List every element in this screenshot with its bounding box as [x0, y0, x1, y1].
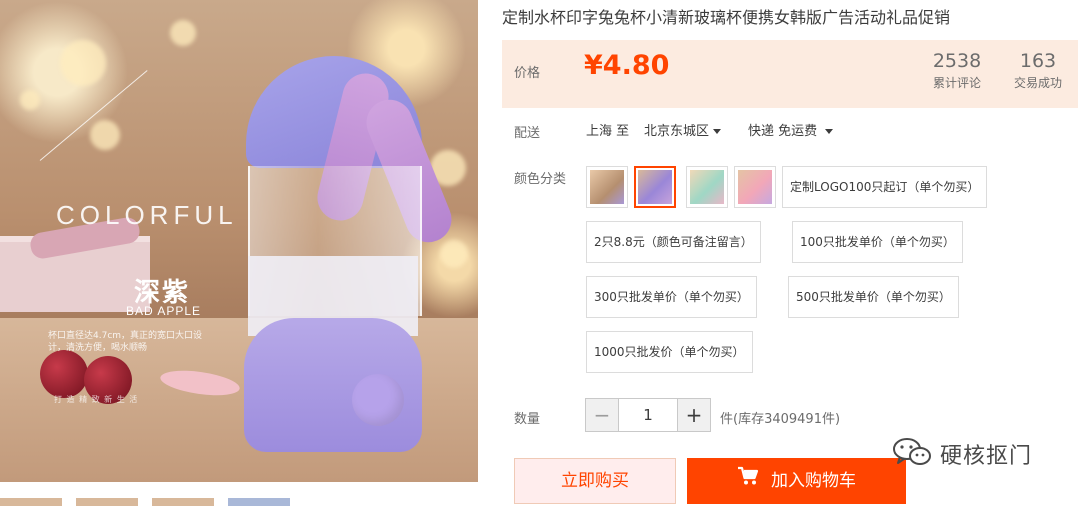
sales-count: 163 [1019, 50, 1057, 72]
shipping-destination: 北京东城区 [644, 124, 710, 139]
quantity-label: 数量 [514, 412, 541, 427]
sales-stat: 163 交易成功 [1004, 50, 1072, 91]
photo-detail-text: 杯口直径达4.7cm，真正的宽口大口设计，清洗方便，喝水顺畅 [48, 331, 203, 353]
price-panel: 价格 ¥4.80 2538 累计评论 163 交易成功 [502, 40, 1078, 108]
photo-colorful-text: COLORFUL [56, 200, 238, 230]
swatch-image [690, 170, 724, 204]
price-label: 价格 [514, 66, 541, 81]
add-to-cart-button[interactable]: 加入购物车 [687, 458, 906, 504]
option-logo-100[interactable]: 定制LOGO100只起订（单个勿买） [782, 166, 988, 208]
shipping-method-select[interactable]: 快递 免运费 [748, 120, 834, 139]
shopping-cart-icon [737, 458, 759, 504]
color-swatch-3[interactable] [686, 166, 728, 208]
shipping-destination-select[interactable]: 北京东城区 [644, 120, 722, 139]
swatch-image [738, 170, 772, 204]
product-main-image: COLORFUL 深紫 BAD APPLE 杯口直径达4.7cm，真正的宽口大口… [0, 0, 478, 482]
add-to-cart-label: 加入购物车 [771, 471, 856, 491]
reviews-stat[interactable]: 2538 累计评论 [922, 50, 992, 91]
color-category-label: 颜色分类 [514, 172, 567, 187]
stock-text: 件(库存3409491件) [720, 412, 841, 427]
price-value: ¥4.80 [584, 50, 670, 81]
option-wholesale-300[interactable]: 300只批发单价（单个勿买） [586, 276, 757, 318]
chevron-down-icon [825, 129, 834, 134]
option-wholesale-500[interactable]: 500只批发单价（单个勿买） [788, 276, 959, 318]
option-wholesale-100[interactable]: 100只批发单价（单个勿买） [792, 221, 963, 263]
swatch-image [638, 170, 672, 204]
quantity-decrease-button[interactable]: − [586, 399, 619, 431]
thumbnail[interactable] [228, 498, 290, 506]
watermark-text: 硬核抠门 [940, 444, 1033, 469]
thumbnail[interactable] [76, 498, 138, 506]
shipping-from: 上海 至 [586, 124, 630, 139]
photo-sub-name: BAD APPLE [126, 304, 202, 318]
swatch-image [590, 170, 624, 204]
shipping-label: 配送 [514, 126, 541, 141]
quantity-increase-button[interactable]: + [677, 399, 710, 431]
quantity-input[interactable]: 1 [619, 399, 677, 431]
reviews-count: 2538 [932, 50, 982, 72]
color-swatch-1[interactable] [586, 166, 628, 208]
watermark: 硬核抠门 [892, 436, 1032, 472]
color-swatch-2-selected[interactable] [634, 166, 676, 208]
shipping-method: 快递 免运费 [748, 124, 818, 139]
sales-label: 交易成功 [1013, 76, 1062, 90]
quantity-stepper: − 1 + [585, 398, 711, 432]
chevron-down-icon [713, 129, 722, 134]
option-wholesale-1000[interactable]: 1000只批发价（单个勿买） [586, 331, 753, 373]
option-2-for-8-8[interactable]: 2只8.8元（颜色可备注留言） [586, 221, 761, 263]
thumbnail-strip[interactable] [0, 498, 478, 506]
photo-footer-text: 打 造 精 致 新 生 活 [54, 395, 139, 404]
product-title: 定制水杯印字兔兔杯小清新玻璃杯便携女韩版广告活动礼品促销 [502, 8, 951, 27]
reviews-label: 累计评论 [932, 76, 981, 90]
color-swatch-4[interactable] [734, 166, 776, 208]
thumbnail[interactable] [0, 498, 62, 506]
buy-now-button[interactable]: 立即购买 [514, 458, 676, 504]
wechat-icon [892, 436, 932, 472]
thumbnail[interactable] [152, 498, 214, 506]
